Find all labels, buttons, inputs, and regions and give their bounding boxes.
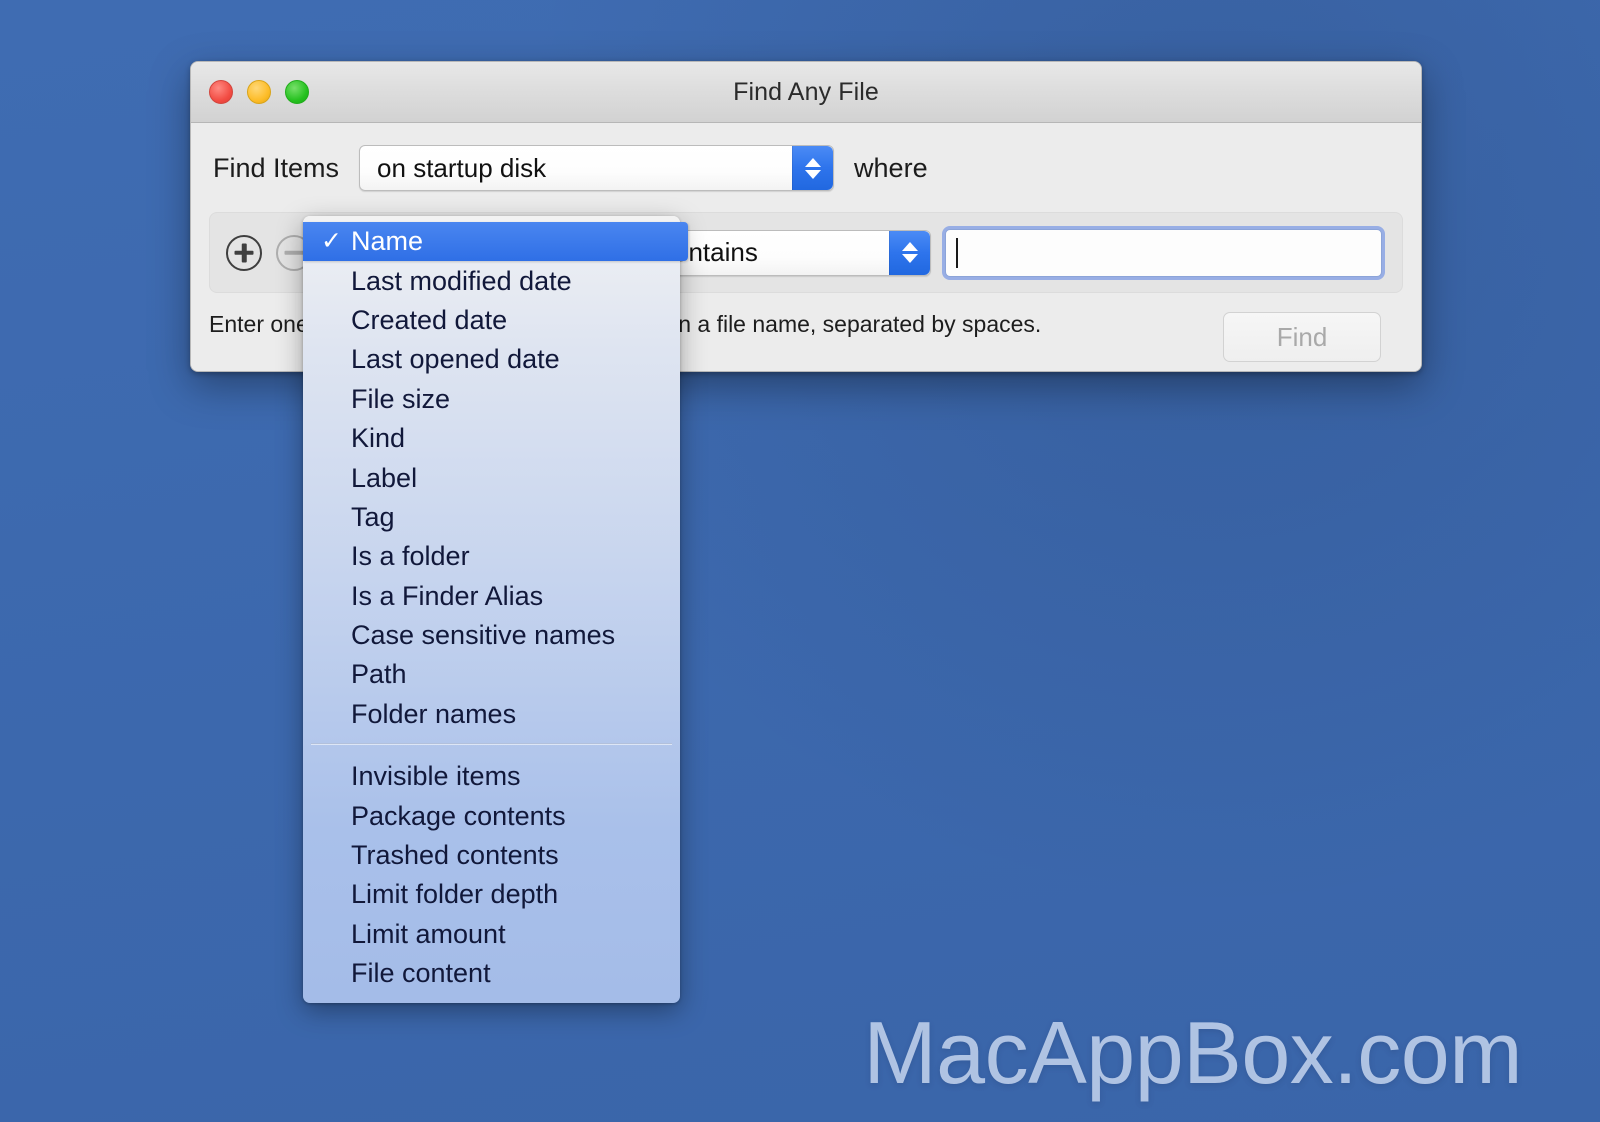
- menu-item[interactable]: Is a folder: [303, 537, 680, 576]
- watermark-text: MacAppBox.com: [863, 1003, 1522, 1102]
- operator-popup-stepper-icon[interactable]: [889, 230, 930, 275]
- scope-popup-button[interactable]: on startup disk: [359, 145, 835, 191]
- search-value-input[interactable]: [945, 228, 1382, 277]
- find-button[interactable]: Find: [1223, 312, 1381, 362]
- chevron-down-icon: [902, 254, 918, 263]
- menu-item-label: Case sensitive names: [351, 620, 616, 651]
- menu-item-label: Name: [351, 226, 424, 257]
- menu-item-label: Limit amount: [351, 918, 506, 949]
- scope-row: Find Items on startup disk where: [191, 123, 1421, 191]
- menu-item[interactable]: Limit folder depth: [303, 875, 680, 914]
- menu-item[interactable]: Created date: [303, 301, 680, 340]
- minimize-button[interactable]: [247, 80, 271, 104]
- window-titlebar[interactable]: Find Any File: [191, 62, 1421, 123]
- menu-item-label: File size: [351, 383, 451, 414]
- menu-item[interactable]: Is a Finder Alias: [303, 577, 680, 616]
- close-button[interactable]: [209, 80, 233, 104]
- menu-item[interactable]: Limit amount: [303, 915, 680, 954]
- menu-groups: ✓ Name Last modified date Created date Last …: [303, 222, 688, 993]
- text-caret: [956, 237, 958, 268]
- menu-item[interactable]: ✓ Name: [303, 222, 688, 262]
- menu-separator: [311, 743, 672, 746]
- menu-item[interactable]: Tag: [303, 498, 680, 537]
- chevron-up-icon: [902, 242, 918, 251]
- minus-icon: [284, 250, 304, 255]
- chevron-down-icon: [805, 169, 822, 179]
- menu-item[interactable]: Folder names: [303, 695, 680, 734]
- chevron-up-icon: [805, 157, 822, 167]
- menu-item[interactable]: Label: [303, 458, 680, 497]
- menu-item-label: Trashed contents: [351, 840, 559, 871]
- checkmark-icon: ✓: [321, 227, 342, 256]
- menu-item-label: Label: [351, 462, 418, 493]
- menu-item[interactable]: Trashed contents: [303, 836, 680, 875]
- window-controls: [209, 80, 309, 104]
- menu-item-label: Last opened date: [351, 344, 560, 375]
- menu-item[interactable]: Last opened date: [303, 340, 680, 379]
- window-title: Find Any File: [733, 77, 879, 106]
- menu-item-label: Created date: [351, 304, 508, 335]
- menu-item-label: Kind: [351, 423, 406, 454]
- menu-item-label: Limit folder depth: [351, 879, 559, 910]
- menu-item-label: Folder names: [351, 698, 517, 729]
- scope-popup-value: on startup disk: [377, 152, 547, 183]
- add-criterion-button[interactable]: [226, 234, 262, 271]
- menu-item-label: Tag: [351, 501, 395, 532]
- menu-item-label: Last modified date: [351, 265, 572, 296]
- where-label: where: [854, 152, 928, 183]
- menu-item[interactable]: Kind: [303, 419, 680, 458]
- menu-item[interactable]: Package contents: [303, 796, 680, 835]
- menu-item[interactable]: Case sensitive names: [303, 616, 680, 655]
- find-items-label: Find Items: [213, 152, 340, 183]
- menu-item-label: Is a folder: [351, 541, 470, 572]
- menu-item[interactable]: Invisible items: [303, 757, 680, 796]
- menu-item[interactable]: File size: [303, 380, 680, 419]
- menu-item-label: File content: [351, 958, 491, 989]
- menu-item-label: Path: [351, 659, 407, 690]
- menu-item-label: Invisible items: [351, 761, 521, 792]
- plus-icon-vertical: [241, 243, 247, 262]
- scope-popup-stepper-icon[interactable]: [792, 146, 834, 190]
- attribute-dropdown-menu[interactable]: ✓ Name Last modified date Created date Last …: [303, 216, 688, 1004]
- menu-item[interactable]: Last modified date: [303, 261, 680, 300]
- menu-item[interactable]: Path: [303, 655, 680, 694]
- menu-item-label: Package contents: [351, 800, 566, 831]
- menu-item[interactable]: File content: [303, 954, 680, 993]
- zoom-button[interactable]: [285, 80, 309, 104]
- menu-item-label: Is a Finder Alias: [351, 580, 544, 611]
